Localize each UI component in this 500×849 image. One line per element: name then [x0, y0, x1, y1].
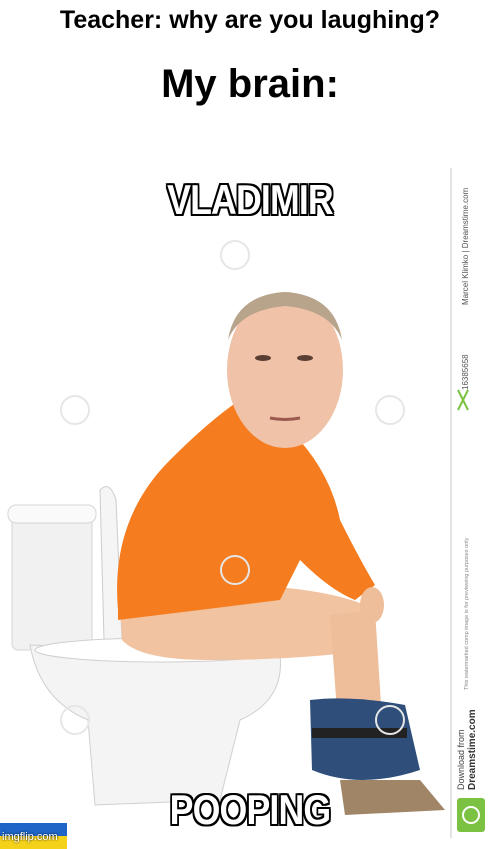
meme-photo — [7, 168, 485, 838]
mouth — [269, 416, 301, 421]
toilet-bowl — [29, 644, 281, 806]
caption-line-1: Teacher: why are you laughing? — [59, 6, 441, 34]
watermark-site: Dreamstime.com — [467, 709, 478, 790]
watermark-id: 16385658 — [461, 354, 470, 390]
hands — [360, 587, 384, 623]
meme-top-text: VLADIMIR — [167, 176, 334, 223]
imgflip-label: imgflip.com — [2, 831, 58, 843]
caption-line-2: My brain: — [161, 62, 339, 106]
watermark-vertical-text: Marcel Klimko | Dreamstime.com 16385658 … — [456, 180, 480, 820]
orange-shirt — [117, 400, 375, 620]
watermark-notice: This watermarked comp image is for previ… — [464, 538, 470, 690]
watermark-download: Download from — [456, 729, 466, 790]
right-eye — [297, 355, 313, 361]
toilet-tank — [11, 504, 93, 651]
meme-bottom-text: POOPING — [169, 786, 332, 833]
imgflip-badge[interactable]: imgflip.com — [0, 823, 67, 849]
left-eye — [255, 355, 271, 361]
jeans — [310, 698, 420, 780]
toilet-tank-lid — [7, 504, 97, 524]
